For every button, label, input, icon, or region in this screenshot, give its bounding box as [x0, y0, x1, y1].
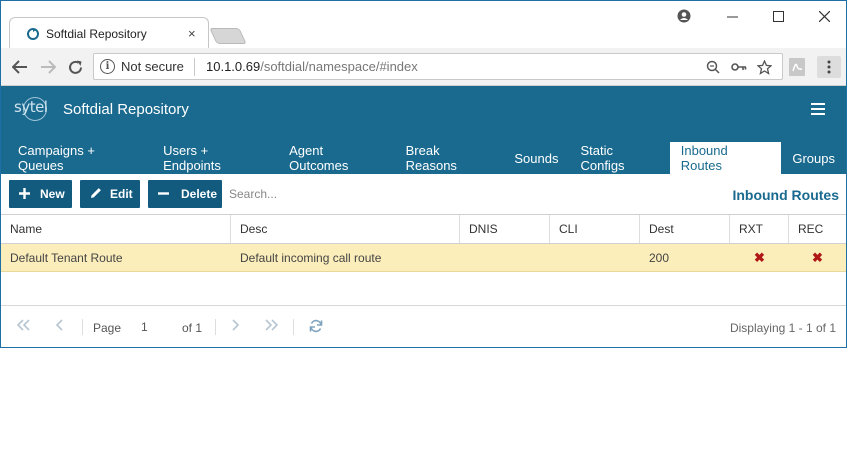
action-toolbar: New Edit Delete Inbound Routes: [1, 174, 846, 214]
section-title: Inbound Routes: [732, 187, 839, 203]
profile-icon[interactable]: [669, 5, 699, 27]
reload-icon[interactable]: [64, 56, 86, 78]
url-host: 10.1.0.69: [206, 59, 261, 74]
first-page-icon[interactable]: [16, 319, 30, 334]
tab-campaigns-queues[interactable]: Campaigns + Queues: [7, 142, 152, 174]
address-bar[interactable]: i Not secure 10.1.0.69/softdial/namespac…: [93, 53, 783, 80]
browser-tab[interactable]: Softdial Repository ×: [9, 17, 209, 48]
hamburger-menu-icon[interactable]: [811, 103, 825, 115]
cell-rxt: ✖: [730, 244, 789, 271]
cell-desc: Default incoming call route: [240, 250, 382, 265]
url-text[interactable]: 10.1.0.69/softdial/namespace/#index: [206, 59, 418, 74]
browser-toolbar: i Not secure 10.1.0.69/softdial/namespac…: [1, 48, 846, 86]
main-nav-tabs: Campaigns + Queues Users + Endpoints Age…: [7, 142, 846, 174]
pagination-bar: Page of 1 Displaying 1 - 1 of 1: [1, 307, 846, 347]
tab-close-icon[interactable]: ×: [188, 26, 196, 41]
plus-icon: [19, 186, 30, 203]
grid-empty-area: [1, 272, 846, 306]
displaying-count: Displaying 1 - 1 of 1: [729, 321, 836, 335]
search-input[interactable]: [229, 182, 569, 206]
title-bar: Softdial Repository ×: [1, 1, 846, 48]
app-header: sytel Softdial Repository Campaigns + Qu…: [1, 86, 846, 214]
cell-dnis: [460, 244, 550, 271]
tab-sounds[interactable]: Sounds: [503, 142, 569, 174]
page-count-label: of 1: [182, 321, 203, 335]
tab-users-endpoints[interactable]: Users + Endpoints: [152, 142, 278, 174]
col-header-rxt[interactable]: RXT: [730, 215, 789, 243]
inbound-routes-grid: Name Desc DNIS CLI Dest RXT REC Default …: [1, 214, 846, 306]
info-icon[interactable]: i: [100, 59, 115, 74]
sytel-logo: sytel: [14, 98, 48, 116]
pager-separator: [293, 319, 294, 335]
cell-name: Default Tenant Route: [10, 250, 123, 265]
edit-label: Edit: [110, 187, 133, 201]
delete-button[interactable]: Delete: [148, 180, 222, 208]
tab-title: Softdial Repository: [46, 27, 147, 41]
col-header-desc[interactable]: Desc: [231, 215, 460, 243]
rxt-x-icon: ✖: [754, 249, 765, 265]
address-separator: [194, 58, 195, 76]
page-number-input[interactable]: [129, 317, 169, 337]
rec-x-icon: ✖: [812, 249, 823, 265]
col-header-cli[interactable]: CLI: [550, 215, 640, 243]
refresh-favicon-icon: [27, 28, 39, 40]
pager-separator: [82, 319, 83, 335]
delete-label: Delete: [181, 187, 218, 201]
edit-button[interactable]: Edit: [80, 180, 140, 208]
url-path: /softdial/namespace/#index: [260, 59, 418, 74]
close-window-icon[interactable]: [809, 5, 839, 27]
minus-icon: [158, 186, 169, 203]
grid-header-row: Name Desc DNIS CLI Dest RXT REC: [1, 214, 846, 244]
pager-separator: [215, 319, 216, 335]
security-label: Not secure: [121, 59, 184, 74]
table-row[interactable]: Default Tenant Route Default incoming ca…: [1, 244, 846, 272]
minimize-icon[interactable]: [717, 5, 747, 27]
new-button[interactable]: New: [9, 180, 72, 208]
col-header-dest[interactable]: Dest: [640, 215, 730, 243]
zoom-icon[interactable]: [704, 58, 722, 76]
page-label: Page: [93, 321, 122, 335]
maximize-icon[interactable]: [763, 5, 793, 27]
pencil-icon: [90, 186, 102, 203]
tab-groups[interactable]: Groups: [781, 142, 846, 174]
menu-dots-icon[interactable]: [817, 56, 841, 78]
key-icon[interactable]: [730, 58, 748, 76]
next-page-icon[interactable]: [232, 319, 240, 334]
back-icon[interactable]: [9, 56, 31, 78]
new-label: New: [40, 187, 65, 201]
col-header-rec[interactable]: REC: [789, 215, 846, 243]
col-header-name[interactable]: Name: [1, 215, 231, 243]
prev-page-icon[interactable]: [55, 319, 63, 334]
tab-inbound-routes[interactable]: Inbound Routes: [669, 142, 782, 174]
bookmark-star-icon[interactable]: [755, 58, 773, 76]
cell-dest: 200: [649, 250, 670, 265]
browser-window: Softdial Repository × i Not secure 10.1.…: [0, 0, 847, 348]
tab-agent-outcomes[interactable]: Agent Outcomes: [278, 142, 395, 174]
refresh-icon[interactable]: [309, 319, 323, 336]
tab-static-configs[interactable]: Static Configs: [569, 142, 669, 174]
cell-cli: [550, 244, 640, 271]
last-page-icon[interactable]: [265, 319, 279, 334]
col-header-dnis[interactable]: DNIS: [460, 215, 550, 243]
app-title: Softdial Repository: [63, 101, 189, 118]
cell-rec: ✖: [789, 244, 846, 271]
new-tab-button[interactable]: [209, 28, 247, 44]
pdf-extension-icon[interactable]: [787, 57, 807, 77]
tab-break-reasons[interactable]: Break Reasons: [395, 142, 504, 174]
forward-icon[interactable]: [37, 56, 59, 78]
